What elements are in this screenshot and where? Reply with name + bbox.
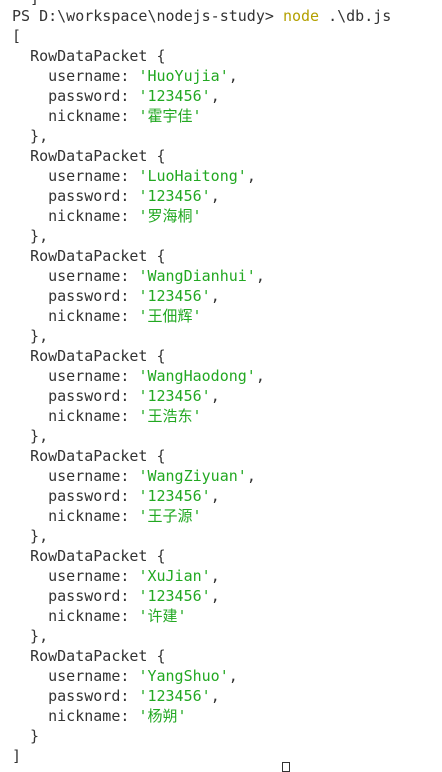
row-close: },	[12, 427, 49, 445]
row-field: nickname: '杨朔'	[12, 706, 187, 726]
row-close: },	[12, 327, 49, 345]
open-bracket: [	[12, 27, 22, 45]
text-cursor	[282, 762, 290, 772]
field-value: '王浩东'	[138, 407, 202, 425]
row-header: RowDataPacket {	[30, 347, 166, 365]
field-key: password:	[48, 387, 139, 405]
row-field: password: '123456',	[48, 587, 220, 605]
field-value: '霍宇佳'	[138, 107, 202, 125]
row-field: nickname: '王子源'	[12, 506, 202, 526]
row-close: },	[12, 127, 49, 145]
row-type-name: RowDataPacket	[30, 47, 148, 65]
field-key: nickname:	[48, 107, 139, 125]
row-field: nickname: '王佃辉'	[12, 306, 202, 326]
row-field: username: 'WangDianhui',	[48, 267, 265, 285]
row-field: nickname: '王浩东'	[12, 406, 202, 426]
row-field: username: 'LuoHaitong',	[48, 167, 256, 185]
field-key: username:	[48, 667, 139, 685]
field-value: '罗海桐'	[138, 207, 202, 225]
row-close: },	[12, 527, 49, 545]
field-value: 'WangDianhui'	[138, 267, 256, 285]
row-field: username: 'WangZiyuan',	[48, 467, 256, 485]
row-field: password: '123456',	[48, 187, 220, 205]
field-value: 'HuoYujia'	[138, 67, 229, 85]
row-field: nickname: '霍宇佳'	[12, 106, 202, 126]
close-bracket: ]	[12, 747, 22, 765]
field-key: username:	[48, 467, 139, 485]
row-field: password: '123456',	[48, 87, 220, 105]
prompt-line: PS D:\workspace\nodejs-study> node .\db.…	[12, 6, 391, 26]
field-value: '123456'	[138, 387, 211, 405]
field-key: username:	[48, 567, 139, 585]
row-type-name: RowDataPacket	[30, 447, 148, 465]
row-close: },	[12, 627, 49, 645]
field-value: '123456'	[138, 687, 211, 705]
row-header: RowDataPacket {	[30, 247, 166, 265]
row-close: },	[12, 227, 49, 245]
prompt-prefix: PS	[12, 7, 40, 25]
field-key: nickname:	[48, 207, 139, 225]
row-field: password: '123456',	[48, 687, 220, 705]
field-key: password:	[48, 87, 139, 105]
field-key: username:	[48, 267, 139, 285]
row-field: password: '123456',	[48, 387, 220, 405]
field-key: nickname:	[48, 507, 139, 525]
field-value: '许建'	[138, 607, 187, 625]
row-field: nickname: '许建'	[12, 606, 187, 626]
field-value: '123456'	[138, 587, 211, 605]
row-header: RowDataPacket {	[30, 647, 166, 665]
row-type-name: RowDataPacket	[30, 647, 148, 665]
field-key: password:	[48, 287, 139, 305]
field-key: password:	[48, 187, 139, 205]
field-key: password:	[48, 487, 139, 505]
row-type-name: RowDataPacket	[30, 147, 148, 165]
prompt-path: D:\workspace\nodejs-study>	[39, 7, 274, 25]
field-key: nickname:	[48, 407, 139, 425]
field-value: '123456'	[138, 487, 211, 505]
field-key: nickname:	[48, 607, 139, 625]
command-name: node	[282, 7, 320, 25]
field-value: '王佃辉'	[138, 307, 202, 325]
field-key: password:	[48, 687, 139, 705]
row-field: password: '123456',	[48, 487, 220, 505]
row-field: username: 'XuJian',	[48, 567, 220, 585]
field-key: username:	[48, 67, 139, 85]
field-value: '王子源'	[138, 507, 202, 525]
field-value: '杨朔'	[138, 707, 187, 725]
field-value: 'YangShuo'	[138, 667, 229, 685]
row-header: RowDataPacket {	[30, 547, 166, 565]
field-key: username:	[48, 367, 139, 385]
row-header: RowDataPacket {	[30, 447, 166, 465]
row-close: }	[12, 727, 40, 745]
row-field: username: 'WangHaodong',	[48, 367, 265, 385]
field-value: 'WangZiyuan'	[138, 467, 247, 485]
row-type-name: RowDataPacket	[30, 247, 148, 265]
field-key: password:	[48, 587, 139, 605]
row-field: nickname: '罗海桐'	[12, 206, 202, 226]
field-value: '123456'	[138, 87, 211, 105]
field-value: 'LuoHaitong'	[138, 167, 247, 185]
field-key: username:	[48, 167, 139, 185]
field-key: nickname:	[48, 707, 139, 725]
row-field: username: 'HuoYujia',	[48, 67, 238, 85]
row-header: RowDataPacket {	[30, 147, 166, 165]
row-field: username: 'YangShuo',	[48, 667, 238, 685]
row-type-name: RowDataPacket	[30, 347, 148, 365]
command-args: .\db.js	[319, 7, 392, 25]
row-type-name: RowDataPacket	[30, 547, 148, 565]
terminal-window[interactable]: ] ---- PS D:\workspace\nodejs-study> nod…	[0, 0, 442, 772]
field-value: 'WangHaodong'	[138, 367, 256, 385]
row-field: password: '123456',	[48, 287, 220, 305]
row-header: RowDataPacket {	[30, 47, 166, 65]
field-value: '123456'	[138, 187, 211, 205]
field-value: 'XuJian'	[138, 567, 211, 585]
field-key: nickname:	[48, 307, 139, 325]
field-value: '123456'	[138, 287, 211, 305]
